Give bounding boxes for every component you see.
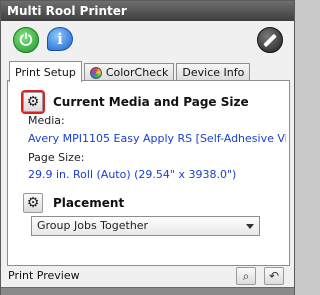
pen-icon[interactable] bbox=[257, 27, 283, 53]
zoom-button[interactable]: ⌕ bbox=[236, 267, 256, 285]
page-size-value: 29.9 in. Roll (Auto) (29.54" x 3938.0") bbox=[28, 168, 237, 181]
undo-arrow-icon: ↶ bbox=[268, 269, 280, 283]
placement-select-value: Group Jobs Together bbox=[37, 219, 149, 232]
page-size-label: Page Size: bbox=[28, 151, 85, 164]
refresh-button[interactable]: ↶ bbox=[264, 267, 284, 285]
gear-icon: ⚙ bbox=[26, 94, 40, 110]
media-value: Avery MPI1105 Easy Apply RS [Self-Adhesi… bbox=[28, 132, 286, 145]
media-section-title: Current Media and Page Size bbox=[53, 95, 249, 109]
tab-device-info[interactable]: Device Info bbox=[176, 63, 251, 81]
info-icon[interactable]: i bbox=[47, 27, 73, 51]
tab-print-setup[interactable]: Print Setup bbox=[9, 61, 82, 82]
placement-section-title: Placement bbox=[53, 196, 125, 210]
print-preview-bar: Print Preview ⌕ ↶ bbox=[1, 267, 294, 287]
power-icon[interactable]: ⏻ bbox=[13, 27, 39, 53]
magnifier-icon: ⌕ bbox=[242, 268, 250, 283]
tab-device-info-label: Device Info bbox=[182, 66, 245, 79]
window-title: Multi Rool Printer bbox=[1, 1, 294, 21]
print-preview-label: Print Preview bbox=[8, 269, 80, 282]
toolbar: ⏻ i bbox=[1, 21, 294, 59]
colorcheck-icon bbox=[89, 66, 102, 79]
gear-icon: ⚙ bbox=[26, 195, 40, 211]
placement-select[interactable]: Group Jobs Together bbox=[31, 216, 260, 236]
print-preview-area bbox=[1, 287, 294, 295]
tab-bar: Print Setup ColorCheck Device Info bbox=[9, 61, 252, 82]
tab-print-setup-label: Print Setup bbox=[15, 65, 76, 79]
placement-settings-button[interactable]: ⚙ bbox=[23, 193, 43, 213]
chevron-down-icon bbox=[246, 224, 254, 229]
tab-colorcheck[interactable]: ColorCheck bbox=[83, 63, 175, 81]
print-setup-panel: ⚙ Current Media and Page Size Media: Ave… bbox=[7, 80, 290, 266]
app-window: Multi Rool Printer ⏻ i Print Setup Color… bbox=[0, 0, 295, 295]
media-settings-button[interactable]: ⚙ bbox=[21, 90, 45, 114]
media-label: Media: bbox=[28, 114, 65, 127]
tab-colorcheck-label: ColorCheck bbox=[105, 66, 169, 79]
